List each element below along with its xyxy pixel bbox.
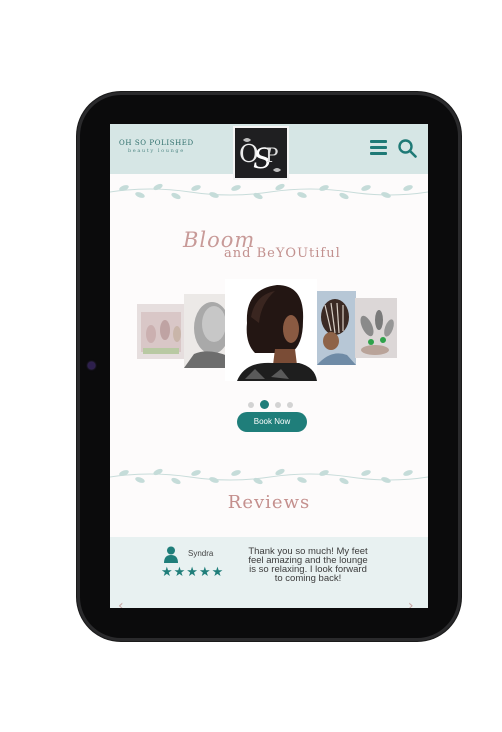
brand-subtitle: beauty lounge (127, 148, 185, 154)
review-prev-arrow[interactable]: ‹ (118, 598, 124, 608)
carousel-image-braids[interactable] (317, 291, 356, 365)
search-icon[interactable] (397, 138, 417, 158)
hero-tagline: and BeYOUtiful (224, 246, 341, 261)
carousel-image-nails-left[interactable] (137, 304, 187, 359)
carousel-image-nails-right[interactable] (355, 298, 397, 358)
hamburger-menu-icon[interactable] (370, 140, 387, 156)
reviews-heading: Reviews (227, 492, 311, 513)
logo-monogram-art: O S P (239, 138, 282, 175)
carousel-dot-3[interactable] (275, 401, 281, 408)
carousel-dots (248, 394, 299, 413)
vine-divider-bottom (110, 468, 428, 485)
site-header: OH SO POLISHED beauty lounge O S P (110, 124, 428, 180)
review-text: Thank you so much! My feet feel amazing … (248, 546, 368, 584)
site-logo[interactable]: O S P (233, 126, 289, 180)
vine-divider-top (110, 183, 428, 200)
tablet-camera (88, 362, 95, 369)
review-card: Syndra ★★★★★ Thank you so much! My feet … (110, 537, 428, 608)
star-rating: ★★★★★ (161, 565, 225, 580)
brand-block[interactable]: OH SO POLISHED beauty lounge (119, 139, 194, 154)
logo-monogram: O S P (235, 132, 287, 183)
reviewer-name: Syndra (188, 549, 214, 558)
svg-text:P: P (265, 143, 278, 167)
review-next-arrow[interactable]: › (408, 598, 414, 608)
carousel-dot-2[interactable] (260, 400, 269, 409)
brand-name: OH SO POLISHED (119, 139, 194, 147)
carousel-dot-1[interactable] (248, 401, 254, 408)
carousel-image-bob-hairstyle[interactable] (225, 279, 317, 381)
carousel-image-silver-hair[interactable] (184, 294, 228, 368)
user-icon (164, 546, 178, 563)
carousel-dot-4[interactable] (287, 401, 293, 408)
website-screen: OH SO POLISHED beauty lounge O S P Bloom… (110, 124, 428, 608)
book-now-button[interactable]: Book Now (237, 412, 307, 432)
